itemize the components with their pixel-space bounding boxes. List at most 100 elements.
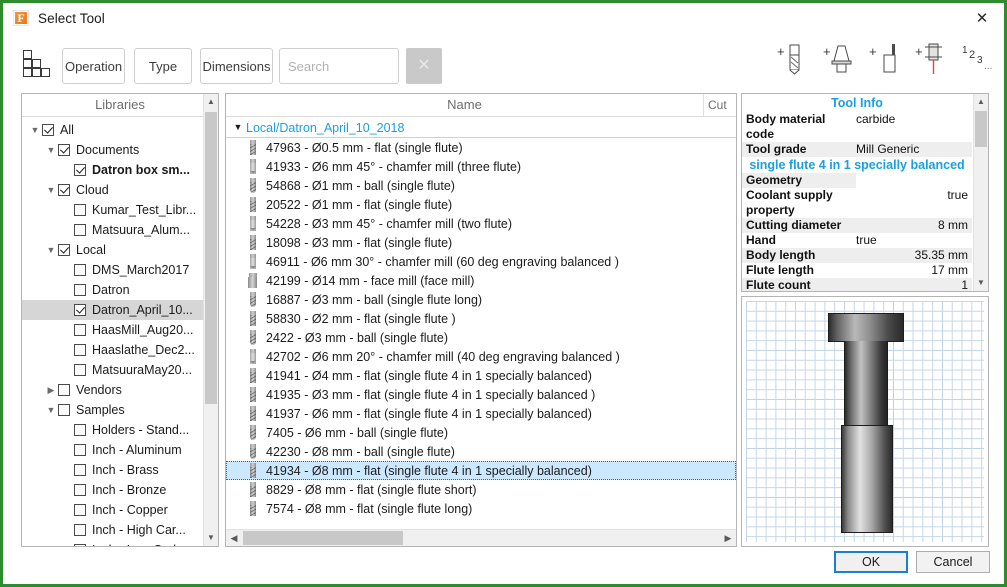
scroll-right-icon[interactable]: ▶ [720,530,736,546]
chevron-down-icon[interactable]: ▼ [44,185,58,195]
tool-list-row[interactable]: 41935 - Ø3 mm - flat (single flute 4 in … [226,385,736,404]
cancel-button[interactable]: Cancel [916,551,990,573]
tool-list-row[interactable]: 42702 - Ø6 mm 20° - chamfer mill (40 deg… [226,347,736,366]
tool-list-row[interactable]: 54228 - Ø3 mm 45° - chamfer mill (two fl… [226,214,736,233]
chevron-down-icon[interactable]: ▼ [44,245,58,255]
library-tree-item[interactable]: HaasMill_Aug20... [22,320,203,340]
libraries-scrollbar[interactable]: ▲ ▼ [203,94,218,546]
library-checkbox[interactable] [58,384,70,396]
library-tree-item[interactable]: Kumar_Test_Libr... [22,200,203,220]
scroll-down-icon[interactable]: ▼ [204,530,218,546]
tool-list-row[interactable]: 20522 - Ø1 mm - flat (single flute) [226,195,736,214]
library-tree-item[interactable]: Inch - Aluminum [22,440,203,460]
library-tree-item[interactable]: Inch - Low Carb... [22,540,203,546]
tool-list-row[interactable]: 54868 - Ø1 mm - ball (single flute) [226,176,736,195]
library-checkbox[interactable] [74,544,86,546]
library-tree-item[interactable]: ▶ Vendors [22,380,203,400]
tool-info-scrollbar[interactable]: ▲ ▼ [973,94,988,291]
grid-view-icon[interactable] [23,50,53,78]
chevron-down-icon[interactable]: ▼ [230,123,246,132]
tool-list-row[interactable]: 18098 - Ø3 mm - flat (single flute) [226,233,736,252]
library-tree-item[interactable]: Holders - Stand... [22,420,203,440]
library-tree-item[interactable]: DMS_March2017 [22,260,203,280]
library-tree-item[interactable]: ▼ Documents [22,140,203,160]
library-tree-item[interactable]: Matsuura_Alum... [22,220,203,240]
library-tree-item[interactable]: Datron box sm... [22,160,203,180]
tool-list-row[interactable]: 2422 - Ø3 mm - ball (single flute) [226,328,736,347]
filter-dimensions-button[interactable]: Dimensions [200,48,273,84]
scroll-up-icon[interactable]: ▲ [204,94,218,110]
library-tree-item[interactable]: Datron_April_10... [22,300,203,320]
hscroll-thumb[interactable] [243,531,403,545]
tool-list-row[interactable]: 41933 - Ø6 mm 45° - chamfer mill (three … [226,157,736,176]
chevron-down-icon[interactable]: ▼ [44,405,58,415]
tool-list-row[interactable]: 7405 - Ø6 mm - ball (single flute) [226,423,736,442]
new-holder-icon[interactable]: + [822,41,858,81]
library-checkbox[interactable] [74,464,86,476]
library-tree-item[interactable]: ▼ Local [22,240,203,260]
library-checkbox[interactable] [74,364,86,376]
scroll-thumb[interactable] [975,111,987,147]
library-tree-item[interactable]: Inch - High Car... [22,520,203,540]
chevron-down-icon[interactable]: ▼ [44,145,58,155]
library-tree-item[interactable]: ▼ Samples [22,400,203,420]
tool-list-row[interactable]: 7574 - Ø8 mm - flat (single flute long) [226,499,736,518]
library-checkbox[interactable] [74,444,86,456]
scroll-down-icon[interactable]: ▼ [974,275,988,291]
library-checkbox[interactable] [58,144,70,156]
library-tree-item[interactable]: Inch - Bronze [22,480,203,500]
ok-button[interactable]: OK [834,551,908,573]
library-checkbox[interactable] [74,524,86,536]
tool-list-group-row[interactable]: ▼ Local/Datron_April_10_2018 [226,118,736,138]
tool-list-hscrollbar[interactable]: ◀ ▶ [226,529,736,546]
column-header-name[interactable]: Name [226,94,704,116]
chevron-down-icon[interactable]: ▼ [28,125,42,135]
library-checkbox[interactable] [74,284,86,296]
close-icon[interactable]: ✕ [960,3,1004,33]
tool-list-row[interactable]: 46911 - Ø6 mm 30° - chamfer mill (60 deg… [226,252,736,271]
library-tree-item[interactable]: ▼ All [22,120,203,140]
filter-type-button[interactable]: Type [134,48,192,84]
tool-list-row[interactable]: 41941 - Ø4 mm - flat (single flute 4 in … [226,366,736,385]
library-checkbox[interactable] [58,244,70,256]
tool-list-row[interactable]: 41937 - Ø6 mm - flat (single flute 4 in … [226,404,736,423]
chevron-right-icon[interactable]: ▶ [44,385,58,395]
library-checkbox[interactable] [58,404,70,416]
library-tree-item[interactable]: Inch - Brass [22,460,203,480]
tool-list-row[interactable]: 16887 - Ø3 mm - ball (single flute long) [226,290,736,309]
libraries-tree[interactable]: ▼ All ▼ Documents Datron box sm... ▼ Cloud Ku… [22,118,203,546]
clear-search-button[interactable]: ✕ [406,48,442,84]
new-turning-tool-icon[interactable]: + [868,41,904,81]
tool-list-row[interactable]: 42199 - Ø14 mm - face mill (face mill) [226,271,736,290]
library-tree-item[interactable]: Datron [22,280,203,300]
library-checkbox[interactable] [74,344,86,356]
new-probe-icon[interactable]: + [914,41,950,81]
filter-operation-button[interactable]: Operation [62,48,125,84]
scroll-thumb[interactable] [205,112,217,404]
new-mill-tool-icon[interactable]: + [776,41,812,81]
library-checkbox[interactable] [74,324,86,336]
library-checkbox[interactable] [74,424,86,436]
library-checkbox[interactable] [74,264,86,276]
library-checkbox[interactable] [74,484,86,496]
library-checkbox[interactable] [42,124,54,136]
tool-list-row[interactable]: 47963 - Ø0.5 mm - flat (single flute) [226,138,736,157]
search-input[interactable] [279,48,399,84]
library-checkbox[interactable] [74,164,86,176]
library-checkbox[interactable] [74,224,86,236]
library-tree-item[interactable]: MatsuuraMay20... [22,360,203,380]
library-tree-item[interactable]: Haaslathe_Dec2... [22,340,203,360]
tool-list-row[interactable]: 42230 - Ø8 mm - ball (single flute) [226,442,736,461]
library-tree-item[interactable]: ▼ Cloud [22,180,203,200]
tool-list-row[interactable]: 41934 - Ø8 mm - flat (single flute 4 in … [226,461,736,480]
library-checkbox[interactable] [74,304,86,316]
column-header-cut[interactable]: Cut [704,94,736,116]
library-checkbox[interactable] [58,184,70,196]
library-checkbox[interactable] [74,504,86,516]
renumber-tools-icon[interactable]: 1 2 3 ... [960,41,996,81]
library-tree-item[interactable]: Inch - Copper [22,500,203,520]
tool-list-row[interactable]: 58830 - Ø2 mm - flat (single flute ) [226,309,736,328]
tool-list-row[interactable]: 8829 - Ø8 mm - flat (single flute short) [226,480,736,499]
library-checkbox[interactable] [74,204,86,216]
scroll-left-icon[interactable]: ◀ [226,530,242,546]
